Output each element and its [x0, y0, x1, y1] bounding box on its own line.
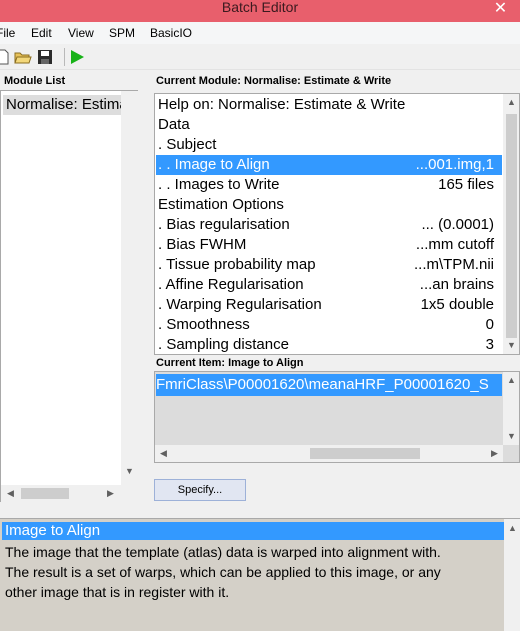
field-value: 0	[485, 316, 494, 333]
help-panel: Image to Align The image that the templa…	[0, 518, 520, 631]
module-field-row[interactable]: Help on: Normalise: Estimate & Write	[156, 95, 502, 115]
help-text-line: The result is a set of warps, which can …	[5, 564, 441, 580]
module-list[interactable]: Normalise: Estimate & Write ▼ ◀ ▶	[0, 90, 138, 502]
field-label: . Smoothness	[158, 316, 250, 333]
module-list-item[interactable]: Normalise: Estimate & Write	[3, 95, 121, 115]
current-item-box[interactable]: FmriClass\P00001620\meanaHRF_P00001620_S…	[154, 371, 520, 463]
window-title: Batch Editor	[221, 0, 299, 15]
chevron-up-icon[interactable]: ▲	[503, 94, 519, 111]
scrollbar-thumb[interactable]	[21, 488, 69, 499]
field-label: . Bias FWHM	[158, 236, 247, 253]
field-value: ... (0.0001)	[421, 216, 494, 233]
module-field-row[interactable]: . Affine Regularisation ...an brains	[156, 275, 502, 295]
scrollbar-thumb[interactable]	[506, 114, 517, 338]
field-label: . . Images to Write	[158, 176, 280, 193]
chevron-up-icon[interactable]: ▲	[504, 520, 520, 537]
field-value: ...m\TPM.nii	[413, 256, 494, 273]
run-icon[interactable]	[68, 48, 86, 66]
open-folder-icon[interactable]	[14, 48, 32, 66]
save-icon[interactable]	[36, 48, 54, 66]
chevron-up-icon[interactable]: ▲	[503, 372, 519, 389]
chevron-down-icon[interactable]: ▼	[121, 463, 138, 480]
toolbar	[0, 44, 520, 70]
help-title: Image to Align	[2, 522, 504, 540]
field-label: Data	[158, 116, 190, 133]
current-module-label: Current Module: Normalise: Estimate & Wr…	[156, 75, 392, 87]
field-value: 165 files	[438, 176, 494, 193]
chevron-down-icon[interactable]: ▼	[503, 428, 519, 445]
menu-basicio[interactable]: BasicIO	[150, 26, 192, 40]
module-field-row[interactable]: . . Images to Write 165 files	[156, 175, 502, 195]
close-button[interactable]: ✕	[481, 0, 520, 20]
current-item-label: Current Item: Image to Align	[156, 357, 304, 369]
module-field-row[interactable]: . Subject	[156, 135, 502, 155]
menu-spm[interactable]: SPM	[109, 26, 135, 40]
new-file-icon[interactable]	[0, 48, 12, 66]
field-value: ...001.img,1	[415, 156, 494, 173]
toolbar-separator	[64, 48, 65, 66]
field-value: ...an brains	[419, 276, 494, 293]
specify-button[interactable]: Specify...	[154, 479, 246, 501]
field-label: . Tissue probability map	[158, 256, 316, 273]
field-label: . Bias regularisation	[158, 216, 290, 233]
field-label: . Sampling distance	[158, 336, 289, 353]
field-label: . Affine Regularisation	[158, 276, 304, 293]
module-list-horizontal-scrollbar[interactable]: ◀ ▶	[1, 485, 138, 502]
field-label: Estimation Options	[158, 196, 284, 213]
chevron-right-icon[interactable]: ▶	[486, 445, 503, 462]
field-value: ...mm cutoff	[415, 236, 494, 253]
module-list-vertical-scrollbar[interactable]: ▼	[121, 91, 138, 486]
module-field-row-selected[interactable]: . . Image to Align ...001.img,1	[156, 155, 502, 175]
module-field-row[interactable]: . Bias regularisation ... (0.0001)	[156, 215, 502, 235]
module-list-label: Module List	[4, 75, 66, 87]
help-text-line: other image that is in register with it.	[5, 584, 230, 600]
module-field-row[interactable]: . Bias FWHM ...mm cutoff	[156, 235, 502, 255]
current-module-list[interactable]: Help on: Normalise: Estimate & Write Dat…	[154, 93, 520, 355]
menu-file[interactable]: File	[0, 26, 15, 40]
current-item-vertical-scrollbar[interactable]: ▲ ▼	[503, 372, 519, 445]
module-field-row[interactable]: . Warping Regularisation 1x5 double	[156, 295, 502, 315]
module-field-row[interactable]: Estimation Options	[156, 195, 502, 215]
field-label: . Subject	[158, 136, 217, 153]
chevron-left-icon[interactable]: ◀	[2, 485, 19, 502]
scrollbar-thumb[interactable]	[310, 448, 420, 459]
field-value: 1x5 double	[420, 296, 494, 313]
help-vertical-scrollbar[interactable]: ▲	[504, 519, 520, 631]
chevron-left-icon[interactable]: ◀	[155, 445, 172, 462]
chevron-down-icon[interactable]: ▼	[503, 337, 519, 354]
field-label: Help on: Normalise: Estimate & Write	[158, 96, 406, 113]
module-field-row[interactable]: Data	[156, 115, 502, 135]
menu-edit[interactable]: Edit	[31, 26, 52, 40]
field-value: 3	[485, 336, 494, 353]
module-field-row[interactable]: . Sampling distance 3	[156, 335, 502, 354]
help-text-line: The image that the template (atlas) data…	[5, 544, 441, 560]
field-label: . Warping Regularisation	[158, 296, 322, 313]
current-item-value[interactable]: FmriClass\P00001620\meanaHRF_P00001620_S	[156, 374, 502, 396]
menu-view[interactable]: View	[68, 26, 94, 40]
module-field-row[interactable]: . Smoothness 0	[156, 315, 502, 335]
chevron-right-icon[interactable]: ▶	[102, 485, 119, 502]
menu-bar: File Edit View SPM BasicIO	[0, 22, 520, 44]
module-field-row[interactable]: . Tissue probability map ...m\TPM.nii	[156, 255, 502, 275]
field-label: . . Image to Align	[158, 156, 270, 173]
